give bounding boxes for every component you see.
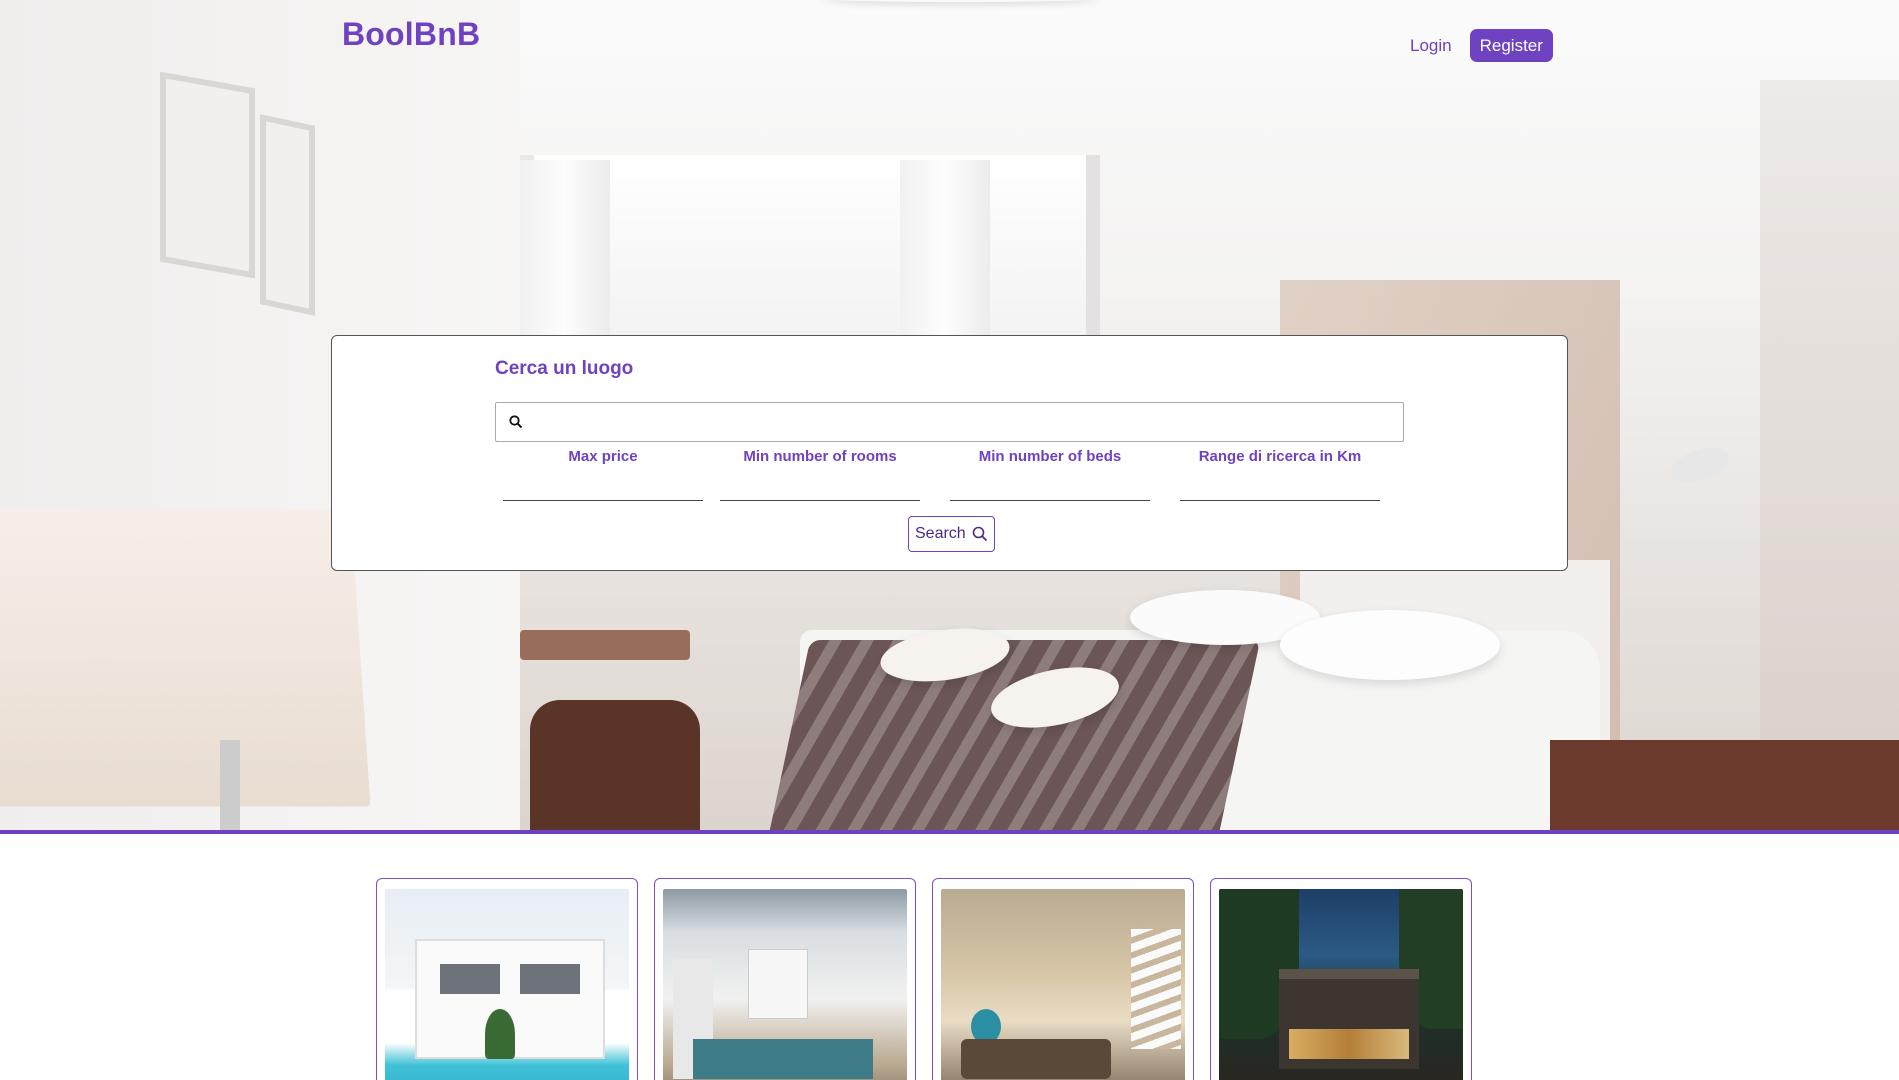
- search-icon: [509, 415, 523, 429]
- hero-picture-frame: [160, 71, 255, 279]
- search-button[interactable]: Search: [908, 516, 995, 552]
- listing-card[interactable]: [1210, 878, 1472, 1080]
- min-beds-label: Min number of beds: [978, 448, 1122, 465]
- hero-lamp-base: [220, 740, 240, 830]
- hero-picture-frame: [260, 114, 315, 316]
- hero-pillow: [1280, 610, 1500, 680]
- max-price-input[interactable]: [503, 479, 703, 501]
- hero-lamp-shade: [0, 508, 371, 807]
- location-search-input[interactable]: [532, 404, 1403, 440]
- min-beds-filter: Min number of beds: [950, 448, 1150, 501]
- location-search-bar[interactable]: [495, 402, 1404, 442]
- search-title: Cerca un luogo: [495, 358, 634, 379]
- search-icon: [972, 526, 987, 542]
- min-rooms-input[interactable]: [720, 479, 920, 501]
- hero-curtain: [900, 160, 990, 340]
- hero-bed-throw: [769, 640, 1261, 830]
- living-room-sofa: [961, 1039, 1111, 1079]
- listing-card[interactable]: [932, 878, 1194, 1080]
- hero-nightstand: [1550, 740, 1899, 830]
- villa-window: [440, 964, 500, 994]
- villa-window: [520, 964, 580, 994]
- listing-image-house-night[interactable]: [1219, 889, 1463, 1080]
- search-card: Cerca un luogo Max price Min number of r…: [331, 335, 1568, 571]
- login-link[interactable]: Login: [1410, 36, 1452, 56]
- hero-wall-lamp: [1666, 440, 1734, 490]
- min-rooms-label: Min number of rooms: [743, 448, 897, 465]
- house-lights: [1289, 1029, 1409, 1059]
- dropdown-shadow: [820, 0, 1100, 2]
- auth-links: Login Register: [1410, 29, 1553, 62]
- navbar: BoolBnB Login Register: [0, 0, 1899, 80]
- search-button-label: Search: [915, 525, 966, 542]
- range-filter: Range di ricerca in Km: [1180, 448, 1380, 501]
- palm-tree: [485, 1009, 515, 1059]
- hero-chair: [530, 700, 700, 830]
- min-beds-input[interactable]: [950, 479, 1150, 501]
- listing-image-kitchen[interactable]: [663, 889, 907, 1080]
- hero-curtain: [520, 160, 610, 340]
- listing-card[interactable]: [376, 878, 638, 1080]
- kitchen-hood: [748, 949, 808, 1019]
- range-label: Range di ricerca in Km: [1198, 448, 1362, 465]
- hero-wall-right: [1760, 80, 1899, 830]
- hero-bottom-border: [0, 830, 1899, 834]
- listing-image-villa[interactable]: [385, 889, 629, 1080]
- min-rooms-filter: Min number of rooms: [720, 448, 920, 501]
- range-input[interactable]: [1180, 479, 1380, 501]
- brand-logo[interactable]: BoolBnB: [342, 16, 480, 53]
- listing-cards: [376, 878, 1472, 1080]
- max-price-filter: Max price: [503, 448, 703, 501]
- living-room-stairs: [1131, 929, 1181, 1049]
- listing-image-living-room[interactable]: [941, 889, 1185, 1080]
- register-button[interactable]: Register: [1469, 29, 1553, 62]
- max-price-label: Max price: [568, 448, 638, 465]
- listing-card[interactable]: [654, 878, 916, 1080]
- kitchen-island: [693, 1039, 873, 1079]
- hero-desk: [520, 630, 690, 660]
